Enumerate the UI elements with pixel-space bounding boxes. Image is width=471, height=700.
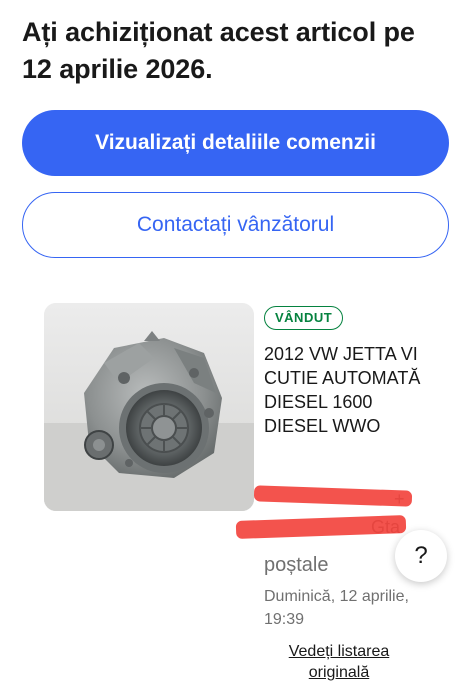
help-button[interactable]: ? — [395, 530, 447, 582]
redaction-mark — [253, 485, 413, 507]
page-title: Ați achiziționat acest articol pe 12 apr… — [22, 17, 415, 84]
shipping-method: poștale — [264, 554, 329, 576]
help-icon: ? — [414, 542, 428, 569]
gearbox-image — [44, 303, 254, 511]
sold-status-badge: VÂNDUT — [264, 306, 344, 330]
item-title[interactable]: 2012 VW JETTA VI CUTIE AUTOMATĂ DIESEL 1… — [264, 342, 434, 438]
view-order-details-label: Vizualizați detaliile comenzii — [95, 131, 376, 154]
purchase-date: Duminică, 12 aprilie, 19:39 — [264, 588, 409, 628]
item-thumbnail[interactable] — [44, 303, 254, 511]
contact-seller-button[interactable]: Contactați vânzătorul — [22, 192, 449, 258]
view-order-details-button[interactable]: Vizualizați detaliile comenzii — [22, 110, 449, 176]
contact-seller-label: Contactați vânzătorul — [136, 213, 335, 236]
view-original-listing-link[interactable]: Vedeți listarea originală — [274, 641, 404, 683]
item-info: VÂNDUT 2012 VW JETTA VI CUTIE AUTOMATĂ D… — [264, 306, 459, 438]
